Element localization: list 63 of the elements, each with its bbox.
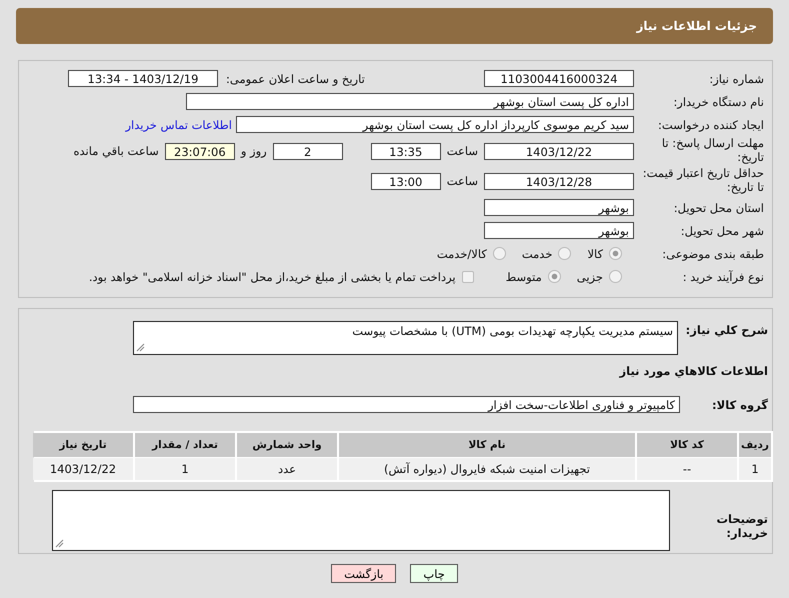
resize-grip-icon[interactable] bbox=[55, 539, 64, 548]
field-label: طبقه بندی موضوعی: bbox=[661, 246, 764, 260]
remaining-time-field: 23:07:06 bbox=[164, 142, 235, 160]
radio-button[interactable] bbox=[492, 247, 506, 260]
field-label: گروه کالا: bbox=[711, 398, 768, 412]
table-cell: 1 bbox=[135, 458, 235, 480]
remaining-label: ساعت باقي مانده bbox=[74, 144, 159, 158]
resize-grip-icon[interactable] bbox=[136, 343, 145, 352]
field-label: توضیحات خریدار: bbox=[716, 512, 768, 540]
column-header: تاریخ نیاز bbox=[33, 433, 133, 457]
announce-date-field: 1403/12/19 - 13:34 bbox=[68, 70, 218, 87]
field-label: تاریخ و ساعت اعلان عمومی: bbox=[226, 72, 366, 86]
table-cell: 1403/12/22 bbox=[33, 458, 133, 480]
column-header: واحد شمارش bbox=[237, 433, 337, 457]
field-label: مهلت ارسال پاسخ: تا تاریخ: bbox=[660, 136, 764, 164]
radio-label: متوسط bbox=[506, 270, 542, 284]
buyer-notes-field[interactable] bbox=[52, 490, 670, 551]
radio-label: کالا bbox=[587, 246, 603, 260]
time-label: ساعت bbox=[446, 174, 478, 188]
radio-label: خدمت bbox=[522, 246, 552, 260]
field-label: نوع فرآیند خرید : bbox=[682, 270, 764, 284]
page-title: جزئیات اطلاعات نیاز bbox=[636, 19, 757, 33]
field-label: شماره نیاز: bbox=[708, 72, 764, 86]
days-field: 2 bbox=[272, 142, 343, 160]
radio-button[interactable] bbox=[609, 270, 622, 283]
date-field: 1403/12/28 bbox=[484, 172, 634, 190]
table-cell: عدد bbox=[237, 458, 337, 480]
table-cell: 1 bbox=[739, 458, 771, 480]
days-label: روز و bbox=[240, 144, 267, 158]
field-label: شهر محل تحویل: bbox=[680, 224, 764, 238]
field-label: استان محل تحویل: bbox=[672, 200, 764, 214]
province-field: بوشهر bbox=[484, 199, 634, 216]
table-cell: -- bbox=[637, 458, 737, 480]
need-number-field: 1103004416000324 bbox=[484, 70, 634, 87]
section-title: اطلاعات کالاهاي مورد نياز bbox=[618, 364, 768, 378]
requester-field: سید کریم موسوی کارپرداز اداره کل پست استان بوشهر bbox=[236, 116, 634, 133]
radio-button[interactable] bbox=[548, 270, 561, 283]
radio-label: جزیی bbox=[576, 270, 603, 284]
time-label: ساعت bbox=[446, 144, 478, 158]
checkbox[interactable] bbox=[462, 270, 474, 282]
column-header: تعداد / مقدار bbox=[135, 433, 235, 457]
field-label: نام دستگاه خریدار: bbox=[672, 94, 764, 108]
description-field: سیستم مدیریت یکپارچه تهدیدات بومی (UTM) با مشخصات پیوست bbox=[133, 321, 678, 355]
field-label: ایجاد کننده درخواست: bbox=[657, 118, 764, 132]
table-cell: تجهیزات امنیت شبکه فایروال (دیواره آتش) bbox=[339, 458, 635, 480]
buyer-contact-link[interactable]: اطلاعات تماس خریدار bbox=[125, 118, 232, 132]
city-field: بوشهر bbox=[484, 222, 634, 239]
buyer-field: اداره کل پست استان بوشهر bbox=[186, 93, 634, 110]
goods-group-field: کامپیوتر و فناوری اطلاعات-سخت افزار bbox=[133, 396, 680, 413]
checkbox-label: پرداخت تمام یا بخشی از مبلغ خرید،از محل "اسناد خزانه اسلامی" خواهد بود. bbox=[88, 270, 456, 284]
field-label: شرح کلي نياز: bbox=[684, 323, 768, 337]
back-button[interactable]: بازگشت bbox=[331, 564, 396, 583]
field-label: حداقل تاریخ اعتبار قیمت: تا تاریخ: bbox=[642, 166, 764, 194]
column-header: ردیف bbox=[739, 433, 771, 457]
date-field: 1403/12/22 bbox=[484, 142, 634, 160]
print-button[interactable]: چاپ bbox=[410, 564, 458, 583]
time-field: 13:00 bbox=[370, 172, 441, 190]
column-header: کد کالا bbox=[637, 433, 737, 457]
radio-button[interactable] bbox=[609, 247, 622, 260]
column-header: نام کالا bbox=[339, 433, 635, 457]
time-field: 13:35 bbox=[370, 142, 441, 160]
radio-button[interactable] bbox=[558, 247, 572, 260]
radio-label: کالا/خدمت bbox=[436, 246, 487, 260]
